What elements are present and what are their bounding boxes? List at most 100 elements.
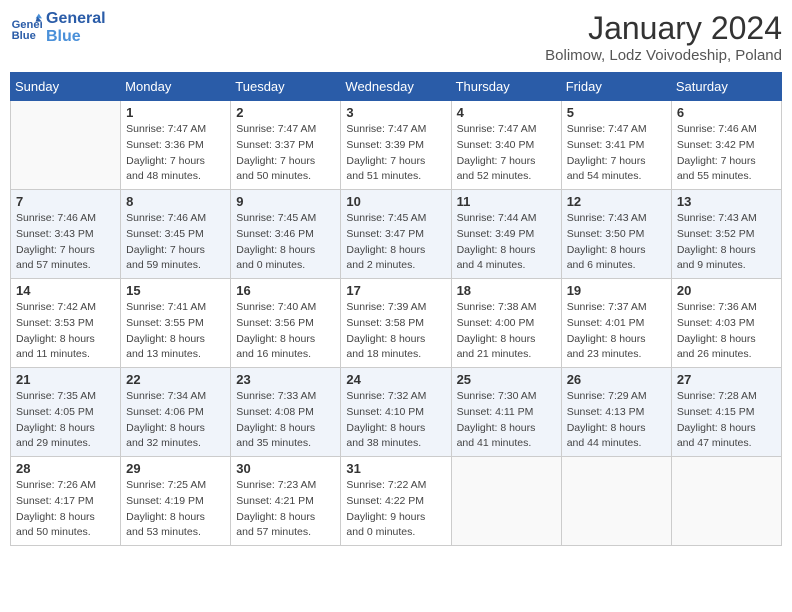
day-info: Sunrise: 7:47 AM Sunset: 3:40 PM Dayligh… — [457, 122, 556, 185]
weekday-header: Friday — [561, 73, 671, 101]
calendar-cell — [11, 101, 121, 190]
day-number: 26 — [567, 372, 666, 387]
calendar-cell: 9Sunrise: 7:45 AM Sunset: 3:46 PM Daylig… — [231, 190, 341, 279]
day-number: 14 — [16, 283, 115, 298]
day-number: 10 — [346, 194, 445, 209]
day-number: 1 — [126, 105, 225, 120]
day-info: Sunrise: 7:28 AM Sunset: 4:15 PM Dayligh… — [677, 389, 776, 452]
day-info: Sunrise: 7:46 AM Sunset: 3:45 PM Dayligh… — [126, 211, 225, 274]
calendar: SundayMondayTuesdayWednesdayThursdayFrid… — [10, 72, 782, 546]
day-info: Sunrise: 7:32 AM Sunset: 4:10 PM Dayligh… — [346, 389, 445, 452]
calendar-cell: 26 Sunrise: 7:29 AM Sunset: 4:13 PM Dayli… — [561, 368, 671, 457]
calendar-cell: 18 Sunrise: 7:38 AM Sunset: 4:00 PM Dayli… — [451, 279, 561, 368]
calendar-cell: 4 Sunrise: 7:47 AM Sunset: 3:40 PM Daylig… — [451, 101, 561, 190]
weekday-header: Sunday — [11, 73, 121, 101]
day-number: 8 — [126, 194, 225, 209]
day-number: 16 — [236, 283, 335, 298]
calendar-cell: 11 Sunrise: 7:44 AM Sunset: 3:49 PM Dayli… — [451, 190, 561, 279]
day-info: Sunrise: 7:36 AM Sunset: 4:03 PM Dayligh… — [677, 300, 776, 363]
calendar-cell: 31 Sunrise: 7:22 AM Sunset: 4:22 PM Dayli… — [341, 457, 451, 546]
day-info: Sunrise: 7:46 AM Sunset: 3:43 PM Dayligh… — [16, 211, 115, 274]
calendar-cell: 14 Sunrise: 7:42 AM Sunset: 3:53 PM Dayli… — [11, 279, 121, 368]
page-header: General Blue General Blue January 2024 B… — [10, 10, 782, 64]
day-info: Sunrise: 7:34 AM Sunset: 4:06 PM Dayligh… — [126, 389, 225, 452]
day-info: Sunrise: 7:44 AM Sunset: 3:49 PM Dayligh… — [457, 211, 556, 274]
day-number: 2 — [236, 105, 335, 120]
day-info: Sunrise: 7:47 AM Sunset: 3:39 PM Dayligh… — [346, 122, 445, 185]
day-info: Sunrise: 7:25 AM Sunset: 4:19 PM Dayligh… — [126, 478, 225, 541]
day-number: 29 — [126, 461, 225, 476]
day-info: Sunrise: 7:43 AM Sunset: 3:52 PM Dayligh… — [677, 211, 776, 274]
weekday-header: Tuesday — [231, 73, 341, 101]
day-info: Sunrise: 7:46 AM Sunset: 3:42 PM Dayligh… — [677, 122, 776, 185]
calendar-cell: 22 Sunrise: 7:34 AM Sunset: 4:06 PM Dayli… — [121, 368, 231, 457]
day-info: Sunrise: 7:23 AM Sunset: 4:21 PM Dayligh… — [236, 478, 335, 541]
calendar-cell: 25 Sunrise: 7:30 AM Sunset: 4:11 PM Dayli… — [451, 368, 561, 457]
day-info: Sunrise: 7:22 AM Sunset: 4:22 PM Dayligh… — [346, 478, 445, 541]
day-number: 4 — [457, 105, 556, 120]
logo: General Blue General Blue — [10, 10, 106, 45]
day-info: Sunrise: 7:37 AM Sunset: 4:01 PM Dayligh… — [567, 300, 666, 363]
calendar-cell: 30 Sunrise: 7:23 AM Sunset: 4:21 PM Dayli… — [231, 457, 341, 546]
day-number: 20 — [677, 283, 776, 298]
day-info: Sunrise: 7:33 AM Sunset: 4:08 PM Dayligh… — [236, 389, 335, 452]
day-info: Sunrise: 7:35 AM Sunset: 4:05 PM Dayligh… — [16, 389, 115, 452]
day-number: 25 — [457, 372, 556, 387]
day-number: 18 — [457, 283, 556, 298]
day-info: Sunrise: 7:47 AM Sunset: 3:36 PM Dayligh… — [126, 122, 225, 185]
calendar-cell: 28Sunrise: 7:26 AM Sunset: 4:17 PM Dayli… — [11, 457, 121, 546]
day-number: 22 — [126, 372, 225, 387]
logo-line2: Blue — [46, 28, 106, 46]
logo-line1: General — [46, 10, 106, 28]
day-number: 31 — [346, 461, 445, 476]
logo-icon: General Blue — [10, 12, 42, 44]
day-number: 24 — [346, 372, 445, 387]
day-info: Sunrise: 7:45 AM Sunset: 3:47 PM Dayligh… — [346, 211, 445, 274]
day-number: 7 — [16, 194, 115, 209]
calendar-cell: 24 Sunrise: 7:32 AM Sunset: 4:10 PM Dayli… — [341, 368, 451, 457]
calendar-cell: 1 Sunrise: 7:47 AM Sunset: 3:36 PM Daylig… — [121, 101, 231, 190]
calendar-cell: 12Sunrise: 7:43 AM Sunset: 3:50 PM Dayli… — [561, 190, 671, 279]
main-title: January 2024 — [545, 10, 782, 47]
day-info: Sunrise: 7:29 AM Sunset: 4:13 PM Dayligh… — [567, 389, 666, 452]
calendar-cell: 29 Sunrise: 7:25 AM Sunset: 4:19 PM Dayli… — [121, 457, 231, 546]
calendar-cell: 2 Sunrise: 7:47 AM Sunset: 3:37 PM Daylig… — [231, 101, 341, 190]
day-number: 13 — [677, 194, 776, 209]
subtitle: Bolimow, Lodz Voivodeship, Poland — [545, 47, 782, 64]
weekday-header: Thursday — [451, 73, 561, 101]
calendar-cell: 23Sunrise: 7:33 AM Sunset: 4:08 PM Dayli… — [231, 368, 341, 457]
calendar-cell — [451, 457, 561, 546]
day-number: 27 — [677, 372, 776, 387]
calendar-cell: 8 Sunrise: 7:46 AM Sunset: 3:45 PM Daylig… — [121, 190, 231, 279]
calendar-cell: 7 Sunrise: 7:46 AM Sunset: 3:43 PM Daylig… — [11, 190, 121, 279]
day-info: Sunrise: 7:47 AM Sunset: 3:37 PM Dayligh… — [236, 122, 335, 185]
calendar-cell: 27 Sunrise: 7:28 AM Sunset: 4:15 PM Dayli… — [671, 368, 781, 457]
day-number: 3 — [346, 105, 445, 120]
calendar-header: SundayMondayTuesdayWednesdayThursdayFrid… — [11, 73, 782, 101]
calendar-cell: 10 Sunrise: 7:45 AM Sunset: 3:47 PM Dayli… — [341, 190, 451, 279]
day-info: Sunrise: 7:30 AM Sunset: 4:11 PM Dayligh… — [457, 389, 556, 452]
calendar-cell: 21 Sunrise: 7:35 AM Sunset: 4:05 PM Dayli… — [11, 368, 121, 457]
day-number: 6 — [677, 105, 776, 120]
day-number: 15 — [126, 283, 225, 298]
day-info: Sunrise: 7:39 AM Sunset: 3:58 PM Dayligh… — [346, 300, 445, 363]
day-info: Sunrise: 7:38 AM Sunset: 4:00 PM Dayligh… — [457, 300, 556, 363]
calendar-cell: 3 Sunrise: 7:47 AM Sunset: 3:39 PM Daylig… — [341, 101, 451, 190]
day-info: Sunrise: 7:41 AM Sunset: 3:55 PM Dayligh… — [126, 300, 225, 363]
day-number: 12 — [567, 194, 666, 209]
calendar-cell — [671, 457, 781, 546]
day-number: 21 — [16, 372, 115, 387]
calendar-cell: 20 Sunrise: 7:36 AM Sunset: 4:03 PM Dayli… — [671, 279, 781, 368]
calendar-cell: 16Sunrise: 7:40 AM Sunset: 3:56 PM Dayli… — [231, 279, 341, 368]
day-info: Sunrise: 7:42 AM Sunset: 3:53 PM Dayligh… — [16, 300, 115, 363]
day-number: 11 — [457, 194, 556, 209]
weekday-header: Saturday — [671, 73, 781, 101]
calendar-cell: 17 Sunrise: 7:39 AM Sunset: 3:58 PM Dayli… — [341, 279, 451, 368]
day-number: 17 — [346, 283, 445, 298]
calendar-cell: 5Sunrise: 7:47 AM Sunset: 3:41 PM Daylig… — [561, 101, 671, 190]
title-block: January 2024 Bolimow, Lodz Voivodeship, … — [545, 10, 782, 64]
day-number: 30 — [236, 461, 335, 476]
day-number: 9 — [236, 194, 335, 209]
calendar-cell: 6 Sunrise: 7:46 AM Sunset: 3:42 PM Daylig… — [671, 101, 781, 190]
day-number: 19 — [567, 283, 666, 298]
